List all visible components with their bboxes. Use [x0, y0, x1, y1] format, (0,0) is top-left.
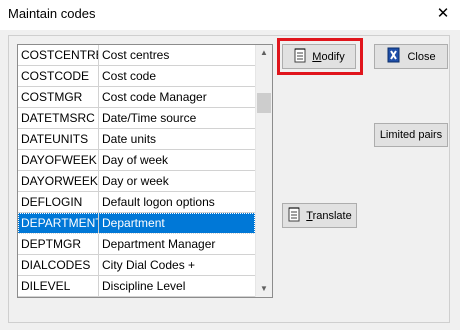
- code-cell: COSTMGR: [18, 87, 99, 107]
- list-row[interactable]: DIALCODES City Dial Codes +: [18, 255, 255, 276]
- scroll-down-icon[interactable]: ▼: [256, 282, 272, 296]
- close-label: Close: [407, 50, 436, 63]
- close-button[interactable]: Close: [374, 44, 448, 69]
- vertical-scrollbar[interactable]: ▲ ▼: [255, 45, 272, 297]
- code-cell: DEPARTMENT: [18, 213, 99, 233]
- codes-list-rows: COSTCENTRE Cost centres COSTCODE Cost code C…: [18, 45, 255, 297]
- modify-label: odify: [321, 50, 345, 63]
- description-cell: Department: [102, 216, 165, 230]
- description-cell: Date/Time source: [102, 111, 197, 125]
- list-row[interactable]: DILEVEL Discipline Level: [18, 276, 255, 297]
- code-cell: DATEUNITS: [18, 129, 99, 149]
- description-cell: Department Manager: [102, 237, 216, 251]
- scroll-thumb[interactable]: [257, 93, 271, 113]
- scroll-up-icon[interactable]: ▲: [256, 46, 272, 60]
- code-cell: DEFLOGIN: [18, 192, 99, 212]
- description-cell: Cost centres: [102, 48, 170, 62]
- code-cell: DAYOFWEEK: [18, 150, 99, 170]
- list-row[interactable]: DEPTMGR Department Manager: [18, 234, 255, 255]
- list-row[interactable]: DATEUNITS Date units: [18, 129, 255, 150]
- list-row[interactable]: DEFLOGIN Default logon options: [18, 192, 255, 213]
- list-row[interactable]: DATETMSRC Date/Time source: [18, 108, 255, 129]
- description-cell: Day or week: [102, 174, 169, 188]
- description-cell: Discipline Level: [102, 279, 186, 293]
- description-cell: Default logon options: [102, 195, 215, 209]
- code-cell: DAYORWEEK: [18, 171, 99, 191]
- notepad-icon: [293, 47, 307, 66]
- code-cell: DILEVEL: [18, 276, 99, 296]
- code-cell: DATETMSRC: [18, 108, 99, 128]
- code-cell: DEPTMGR: [18, 234, 99, 254]
- translate-button[interactable]: Translate: [282, 203, 357, 228]
- notepad-icon: [287, 206, 301, 225]
- translate-label: ranslate: [312, 209, 352, 222]
- list-row[interactable]: DAYOFWEEK Day of week: [18, 150, 255, 171]
- code-cell: DIALCODES: [18, 255, 99, 275]
- list-row[interactable]: DEPARTMENT Department: [18, 213, 255, 234]
- description-cell: Day of week: [102, 153, 169, 167]
- window-title: Maintain codes: [8, 6, 96, 21]
- code-cell: COSTCODE: [18, 66, 99, 86]
- list-row[interactable]: DAYORWEEK Day or week: [18, 171, 255, 192]
- list-row[interactable]: COSTMGR Cost code Manager: [18, 87, 255, 108]
- codes-list[interactable]: COSTCENTRE Cost centres COSTCODE Cost code C…: [17, 44, 273, 298]
- limited-pairs-label: Limited pairs: [379, 129, 443, 141]
- list-row[interactable]: COSTCODE Cost code: [18, 66, 255, 87]
- close-icon[interactable]: ✕: [426, 0, 460, 30]
- close-door-icon: [386, 47, 402, 66]
- modify-button[interactable]: Modify: [282, 44, 356, 69]
- description-cell: Date units: [102, 132, 157, 146]
- description-cell: Cost code Manager: [102, 90, 207, 104]
- code-cell: COSTCENTRE: [18, 45, 99, 65]
- title-bar: Maintain codes ✕: [0, 0, 460, 30]
- description-cell: Cost code: [102, 69, 157, 83]
- list-row[interactable]: COSTCENTRE Cost centres: [18, 45, 255, 66]
- limited-pairs-button[interactable]: Limited pairs: [374, 123, 448, 147]
- description-cell: City Dial Codes +: [102, 258, 196, 272]
